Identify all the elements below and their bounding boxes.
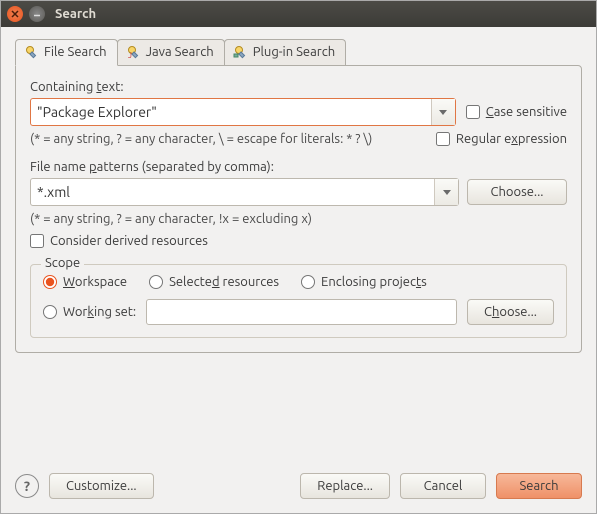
search-dialog: Search File Search J Java Search Plug-in… (0, 0, 597, 514)
dialog-content: File Search J Java Search Plug-in Search… (1, 27, 596, 465)
window-close-button[interactable] (7, 6, 23, 22)
tab-java-search[interactable]: J Java Search (117, 39, 225, 65)
titlebar[interactable]: Search (1, 1, 596, 27)
derived-label: Consider derived resources (50, 234, 208, 248)
search-button[interactable]: Search (496, 473, 582, 499)
tab-label: Plug-in Search (253, 45, 335, 59)
tabs: File Search J Java Search Plug-in Search (15, 39, 582, 65)
containing-text-combo[interactable] (30, 98, 456, 126)
help-button[interactable]: ? (15, 474, 39, 498)
help-icon: ? (24, 478, 30, 494)
file-patterns-input[interactable] (31, 184, 434, 200)
choose-working-set-button[interactable]: Choose... (467, 299, 554, 325)
derived-checkbox[interactable]: Consider derived resources (30, 234, 567, 248)
scope-workspace-label: Workspace (63, 275, 127, 289)
containing-text-input[interactable] (31, 104, 431, 120)
dialog-footer: ? Customize... Replace... Cancel Search (1, 465, 596, 513)
flashlight-j-icon: J (126, 44, 142, 60)
window-title: Search (55, 7, 96, 21)
tab-file-search[interactable]: File Search (15, 39, 118, 66)
scope-enclosing-input[interactable] (301, 275, 315, 289)
containing-text-label: Containing text: (30, 80, 567, 94)
scope-workingset-radio[interactable]: Working set: (43, 305, 136, 319)
containing-hint: (* = any string, ? = any character, \ = … (30, 132, 426, 146)
choose-file-types-button[interactable]: Choose... (467, 179, 567, 205)
tab-plugin-search[interactable]: Plug-in Search (224, 39, 346, 65)
svg-text:J: J (128, 51, 132, 60)
customize-button[interactable]: Customize... (49, 473, 154, 499)
scope-selected-radio[interactable]: Selected resources (149, 275, 279, 289)
case-sensitive-checkbox[interactable]: Case sensitive (466, 105, 567, 119)
derived-box[interactable] (30, 234, 44, 248)
cancel-button[interactable]: Cancel (400, 473, 486, 499)
window-minimize-button[interactable] (29, 6, 45, 22)
scope-workspace-radio[interactable]: Workspace (43, 275, 127, 289)
file-patterns-label: File name patterns (separated by comma): (30, 160, 567, 174)
working-set-input[interactable] (146, 299, 457, 325)
file-search-panel: Containing text: Case sensitive (* = any… (15, 65, 582, 353)
scope-workingset-input[interactable] (43, 305, 57, 319)
scope-group: Scope Workspace Selected resources Enclo… (30, 264, 567, 338)
tab-label: Java Search (146, 45, 214, 59)
file-patterns-hint: (* = any string, ? = any character, !x =… (30, 212, 567, 226)
regex-label: Regular expression (456, 132, 567, 146)
tab-label: File Search (44, 45, 107, 59)
flashlight-icon (24, 44, 40, 60)
case-sensitive-box[interactable] (466, 105, 480, 119)
flashlight-plug-icon (233, 44, 249, 60)
scope-workspace-input[interactable] (43, 275, 57, 289)
file-patterns-dropdown[interactable] (434, 179, 458, 205)
scope-workingset-label: Working set: (63, 305, 136, 319)
file-patterns-combo[interactable] (30, 178, 459, 206)
regex-checkbox[interactable]: Regular expression (436, 132, 567, 146)
scope-selected-label: Selected resources (169, 275, 279, 289)
case-sensitive-label: Case sensitive (486, 105, 567, 119)
scope-selected-input[interactable] (149, 275, 163, 289)
regex-box[interactable] (436, 132, 450, 146)
scope-enclosing-radio[interactable]: Enclosing projects (301, 275, 427, 289)
containing-text-dropdown[interactable] (431, 99, 455, 125)
chevron-down-icon (439, 110, 447, 115)
replace-button[interactable]: Replace... (300, 473, 390, 499)
chevron-down-icon (443, 190, 451, 195)
scope-title: Scope (41, 256, 84, 270)
scope-enclosing-label: Enclosing projects (321, 275, 427, 289)
